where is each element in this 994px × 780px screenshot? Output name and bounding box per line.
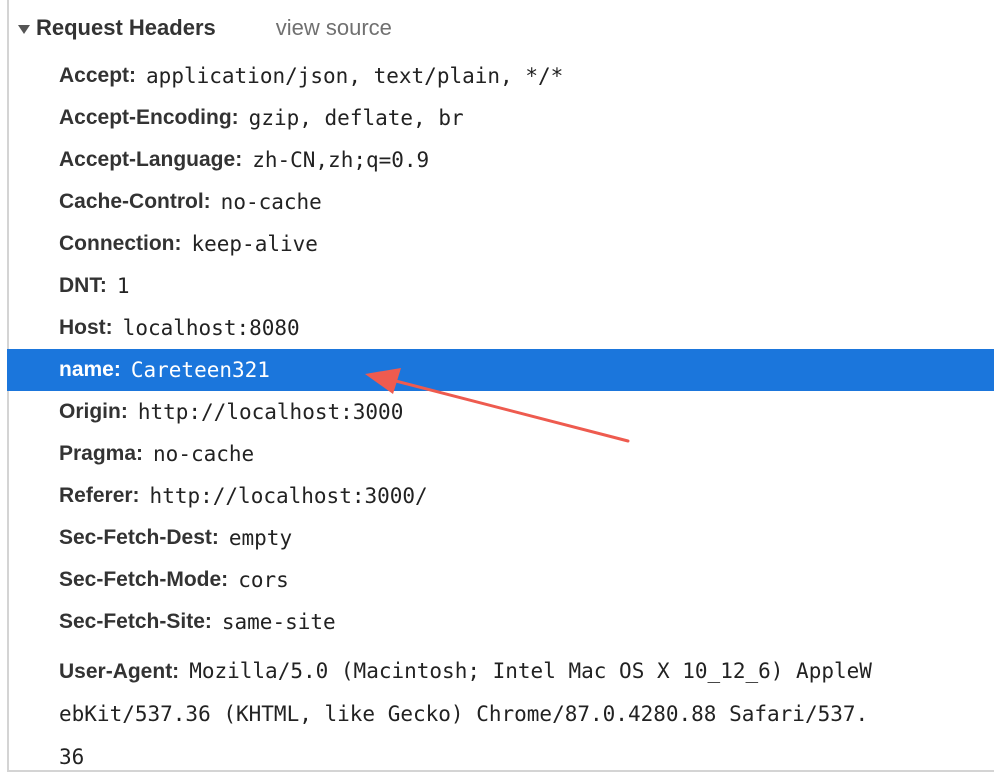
header-value: 36 [59, 745, 85, 769]
header-value: no-cache [220, 190, 322, 214]
header-row-connection[interactable]: Connection: keep-alive [0, 223, 994, 265]
header-name: name: [59, 358, 121, 381]
user-agent-line: ebKit/537.36 (KHTML, like Gecko) Chrome/… [59, 694, 994, 737]
header-name: Accept-Language: [59, 148, 243, 171]
header-name: Pragma: [59, 442, 144, 465]
user-agent-line: User-Agent: Mozilla/5.0 (Macintosh; Intel… [59, 651, 994, 694]
header-value: zh-CN,zh;q=0.9 [252, 148, 430, 172]
header-row-accept-encoding[interactable]: Accept-Encoding: gzip, deflate, br [0, 97, 994, 139]
header-row-referer[interactable]: Referer: http://localhost:3000/ [0, 475, 994, 517]
header-value: ebKit/537.36 (KHTML, like Gecko) Chrome/… [59, 702, 869, 726]
header-value: http://localhost:3000 [137, 400, 404, 424]
view-source-link[interactable]: view source [276, 15, 392, 41]
header-row-accept[interactable]: Accept: application/json, text/plain, */… [0, 55, 994, 97]
header-name: Origin: [59, 400, 128, 423]
header-name: Sec-Fetch-Dest: [59, 526, 219, 549]
header-value: http://localhost:3000/ [149, 484, 428, 508]
header-name: Connection: [59, 232, 182, 255]
header-row-sec-fetch-mode[interactable]: Sec-Fetch-Mode: cors [0, 559, 994, 601]
user-agent-line: 36 [59, 737, 994, 780]
header-row-origin[interactable]: Origin: http://localhost:3000 [0, 391, 994, 433]
header-name: Accept-Encoding: [59, 106, 239, 129]
header-row-sec-fetch-site[interactable]: Sec-Fetch-Site: same-site [0, 601, 994, 643]
header-value: Careteen321 [130, 358, 270, 382]
header-value: same-site [221, 610, 336, 634]
header-value: localhost:8080 [122, 316, 300, 340]
header-value: cors [238, 568, 289, 592]
request-headers-section-header[interactable]: Request Headers view source [18, 12, 392, 44]
header-row-user-agent[interactable]: User-Agent: Mozilla/5.0 (Macintosh; Intel… [0, 643, 994, 780]
header-name: Host: [59, 316, 113, 339]
header-row-dnt[interactable]: DNT: 1 [0, 265, 994, 307]
header-name: Cache-Control: [59, 190, 211, 213]
header-name: Referer: [59, 484, 140, 507]
triangle-down-icon[interactable] [18, 24, 30, 34]
header-row-sec-fetch-dest[interactable]: Sec-Fetch-Dest: empty [0, 517, 994, 559]
header-name: User-Agent: [59, 660, 180, 683]
header-row-host[interactable]: Host: localhost:8080 [0, 307, 994, 349]
header-name: DNT: [59, 274, 107, 297]
header-value: no-cache [153, 442, 255, 466]
header-value: application/json, text/plain, */* [146, 64, 564, 88]
header-value: gzip, deflate, br [248, 106, 464, 130]
header-list: Accept: application/json, text/plain, */… [0, 55, 994, 780]
header-name: Accept: [59, 64, 137, 87]
header-row-cache-control[interactable]: Cache-Control: no-cache [0, 181, 994, 223]
header-row-pragma[interactable]: Pragma: no-cache [0, 433, 994, 475]
header-row-name-selected[interactable]: name: Careteen321 [7, 349, 994, 391]
header-name: Sec-Fetch-Site: [59, 610, 212, 633]
section-title: Request Headers [36, 15, 216, 40]
header-value: Mozilla/5.0 (Macintosh; Intel Mac OS X 1… [189, 659, 872, 683]
header-value: 1 [116, 274, 130, 298]
header-name: Sec-Fetch-Mode: [59, 568, 229, 591]
header-value: keep-alive [191, 232, 318, 256]
header-row-accept-language[interactable]: Accept-Language: zh-CN,zh;q=0.9 [0, 139, 994, 181]
header-value: empty [228, 526, 293, 550]
